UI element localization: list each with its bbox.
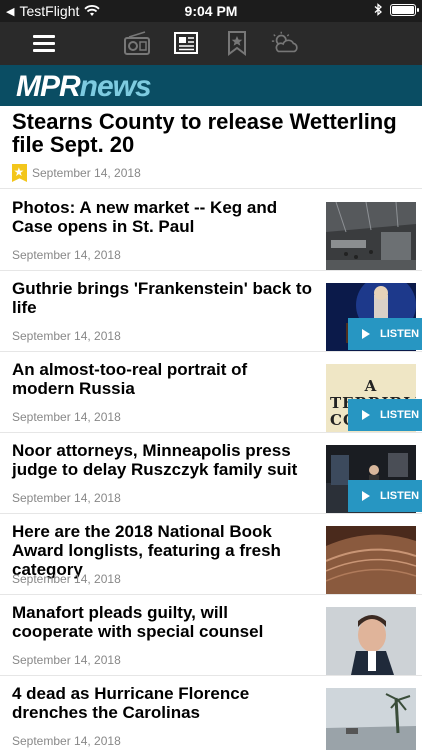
battery-icon xyxy=(390,3,419,16)
play-icon xyxy=(362,410,370,420)
story-thumbnail[interactable] xyxy=(326,526,416,594)
story-thumbnail[interactable] xyxy=(326,607,416,675)
lead-story-date: September 14, 2018 xyxy=(32,166,141,180)
story-title[interactable]: 4 dead as Hurricane Florence drenches th… xyxy=(12,684,312,722)
story-date: September 14, 2018 xyxy=(12,491,121,505)
story-date: September 14, 2018 xyxy=(12,248,121,262)
clock: 9:04 PM xyxy=(184,3,238,19)
weather-icon[interactable] xyxy=(270,28,300,58)
story-title[interactable]: Guthrie brings 'Frankenstein' back to li… xyxy=(12,279,312,317)
listen-label: LISTEN xyxy=(380,490,420,502)
play-icon xyxy=(362,329,370,339)
story-date: September 14, 2018 xyxy=(12,572,121,586)
nav-bar xyxy=(0,22,422,65)
play-icon xyxy=(362,491,370,501)
list-item[interactable]: An almost-too-real portrait of modern Ru… xyxy=(0,352,422,433)
listen-button[interactable]: LISTEN xyxy=(348,318,422,350)
saved-star-icon[interactable] xyxy=(12,164,27,182)
list-item[interactable]: 4 dead as Hurricane Florence drenches th… xyxy=(0,676,422,750)
list-item[interactable]: Noor attorneys, Minneapolis press judge … xyxy=(0,433,422,514)
story-date: September 14, 2018 xyxy=(12,653,121,667)
story-thumbnail[interactable] xyxy=(326,688,416,750)
story-title[interactable]: Noor attorneys, Minneapolis press judge … xyxy=(12,441,312,479)
list-item[interactable]: Photos: A new market -- Keg and Case ope… xyxy=(0,190,422,271)
story-title[interactable]: An almost-too-real portrait of modern Ru… xyxy=(12,360,312,398)
story-date: September 14, 2018 xyxy=(12,329,121,343)
status-bar: ◀ TestFlight 9:04 PM xyxy=(0,0,422,22)
lead-story-title[interactable]: Stearns County to release Wetterling fil… xyxy=(12,110,412,156)
brand-bar: MPRnews xyxy=(0,65,422,106)
list-item[interactable]: Guthrie brings 'Frankenstein' back to li… xyxy=(0,271,422,352)
story-title[interactable]: Here are the 2018 National Book Award lo… xyxy=(12,522,312,579)
story-title[interactable]: Photos: A new market -- Keg and Case ope… xyxy=(12,198,312,236)
story-title[interactable]: Manafort pleads guilty, will cooperate w… xyxy=(12,603,312,641)
lead-story[interactable]: Stearns County to release Wetterling fil… xyxy=(0,106,422,189)
mpr-news-logo[interactable]: MPRnews xyxy=(16,70,152,104)
story-thumbnail[interactable] xyxy=(326,202,416,270)
news-icon[interactable] xyxy=(171,28,201,58)
menu-icon[interactable] xyxy=(30,28,60,58)
list-item[interactable]: Manafort pleads guilty, will cooperate w… xyxy=(0,595,422,676)
story-date: September 14, 2018 xyxy=(12,734,121,748)
listen-button[interactable]: LISTEN xyxy=(348,399,422,431)
story-date: September 14, 2018 xyxy=(12,410,121,424)
bookmark-icon[interactable] xyxy=(222,28,252,58)
bluetooth-icon xyxy=(374,3,382,16)
listen-label: LISTEN xyxy=(380,409,420,421)
list-item[interactable]: Here are the 2018 National Book Award lo… xyxy=(0,514,422,595)
listen-button[interactable]: LISTEN xyxy=(348,480,422,512)
listen-label: LISTEN xyxy=(380,328,420,340)
radio-icon[interactable] xyxy=(122,28,152,58)
